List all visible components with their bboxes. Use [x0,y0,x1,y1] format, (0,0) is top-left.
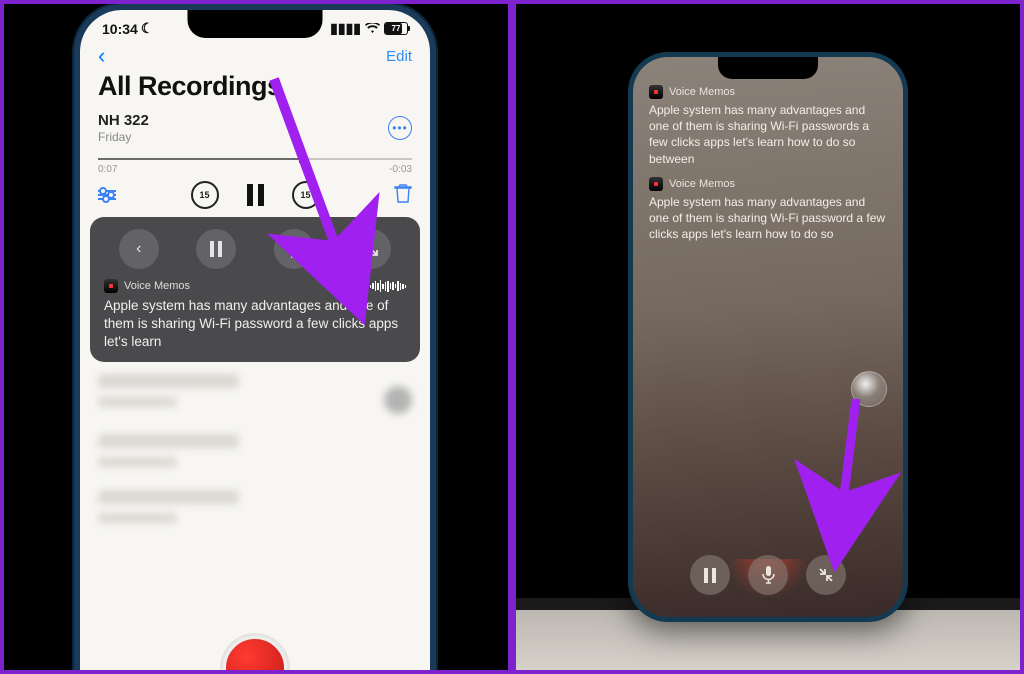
signal-icon: ▮▮▮▮ [330,20,361,37]
notch [188,10,323,38]
fullscreen-controls [633,555,903,595]
time-elapsed: 0:07 [98,164,117,175]
options-icon[interactable] [98,190,116,200]
edit-button[interactable]: Edit [386,48,412,65]
skip-back-button[interactable]: 15 [191,181,219,209]
notch [718,57,818,79]
playback-scrubber[interactable] [98,158,412,160]
overlay-expand-button[interactable] [351,229,391,269]
comparison-frame: 10:34 ☾ ▮▮▮▮ 77 ‹ [0,0,1024,674]
iphone-device-left: 10:34 ☾ ▮▮▮▮ 77 ‹ [74,4,436,674]
right-panel: Voice Memos Apple system has many advant… [512,0,1024,674]
assistive-touch-button[interactable] [851,371,887,407]
time-remaining: -0:03 [389,164,412,175]
blurred-list [80,362,430,544]
battery-percent: 77 [385,23,407,34]
phone-screen-left: 10:34 ☾ ▮▮▮▮ 77 ‹ [80,10,430,674]
battery-icon: 77 [384,22,408,35]
fullscreen-pause-button[interactable] [690,555,730,595]
transport-controls: 15 15 [80,181,430,217]
overlay-pause-button[interactable] [196,229,236,269]
voice-memos-app-icon [649,177,663,191]
voice-memos-app-icon [104,279,118,293]
page-title: All Recordings [80,69,430,110]
recording-subtitle: Friday [98,130,149,144]
back-button[interactable]: ‹ [98,43,105,69]
card-text: Apple system has many advantages and one… [649,194,887,243]
pause-button[interactable] [247,184,264,206]
overlay-app-name: Voice Memos [124,280,190,292]
nav-bar: ‹ Edit [80,37,430,69]
transcription-cards: Voice Memos Apple system has many advant… [633,57,903,242]
recording-name: NH 322 [98,112,149,129]
status-time: 10:34 [102,21,138,37]
card-app-name: Voice Memos [669,178,735,190]
transcription-text: Apple system has many advantages and one… [100,297,410,352]
record-button[interactable] [223,636,287,674]
moon-icon: ☾ [141,20,154,37]
delete-button[interactable] [394,183,412,208]
overlay-mic-button[interactable] [274,229,314,269]
phone-screen-right: Voice Memos Apple system has many advant… [633,57,903,617]
iphone-device-right: Voice Memos Apple system has many advant… [628,52,908,622]
skip-forward-button[interactable]: 15 [292,181,320,209]
overlay-back-button[interactable]: ‹ [119,229,159,269]
more-options-button[interactable]: ••• [388,116,412,140]
transcription-card: Voice Memos Apple system has many advant… [649,85,887,167]
live-transcription-overlay: ‹ Voice Memos [90,217,420,362]
wifi-icon [365,21,380,37]
fullscreen-mic-button[interactable] [748,555,788,595]
card-text: Apple system has many advantages and one… [649,102,887,167]
transcription-card: Voice Memos Apple system has many advant… [649,177,887,243]
voice-memos-app-icon [649,85,663,99]
fullscreen-collapse-button[interactable] [806,555,846,595]
left-panel: 10:34 ☾ ▮▮▮▮ 77 ‹ [0,0,512,674]
card-app-name: Voice Memos [669,86,735,98]
waveform-icon [370,280,407,292]
recording-item[interactable]: NH 322 Friday ••• [80,110,430,144]
